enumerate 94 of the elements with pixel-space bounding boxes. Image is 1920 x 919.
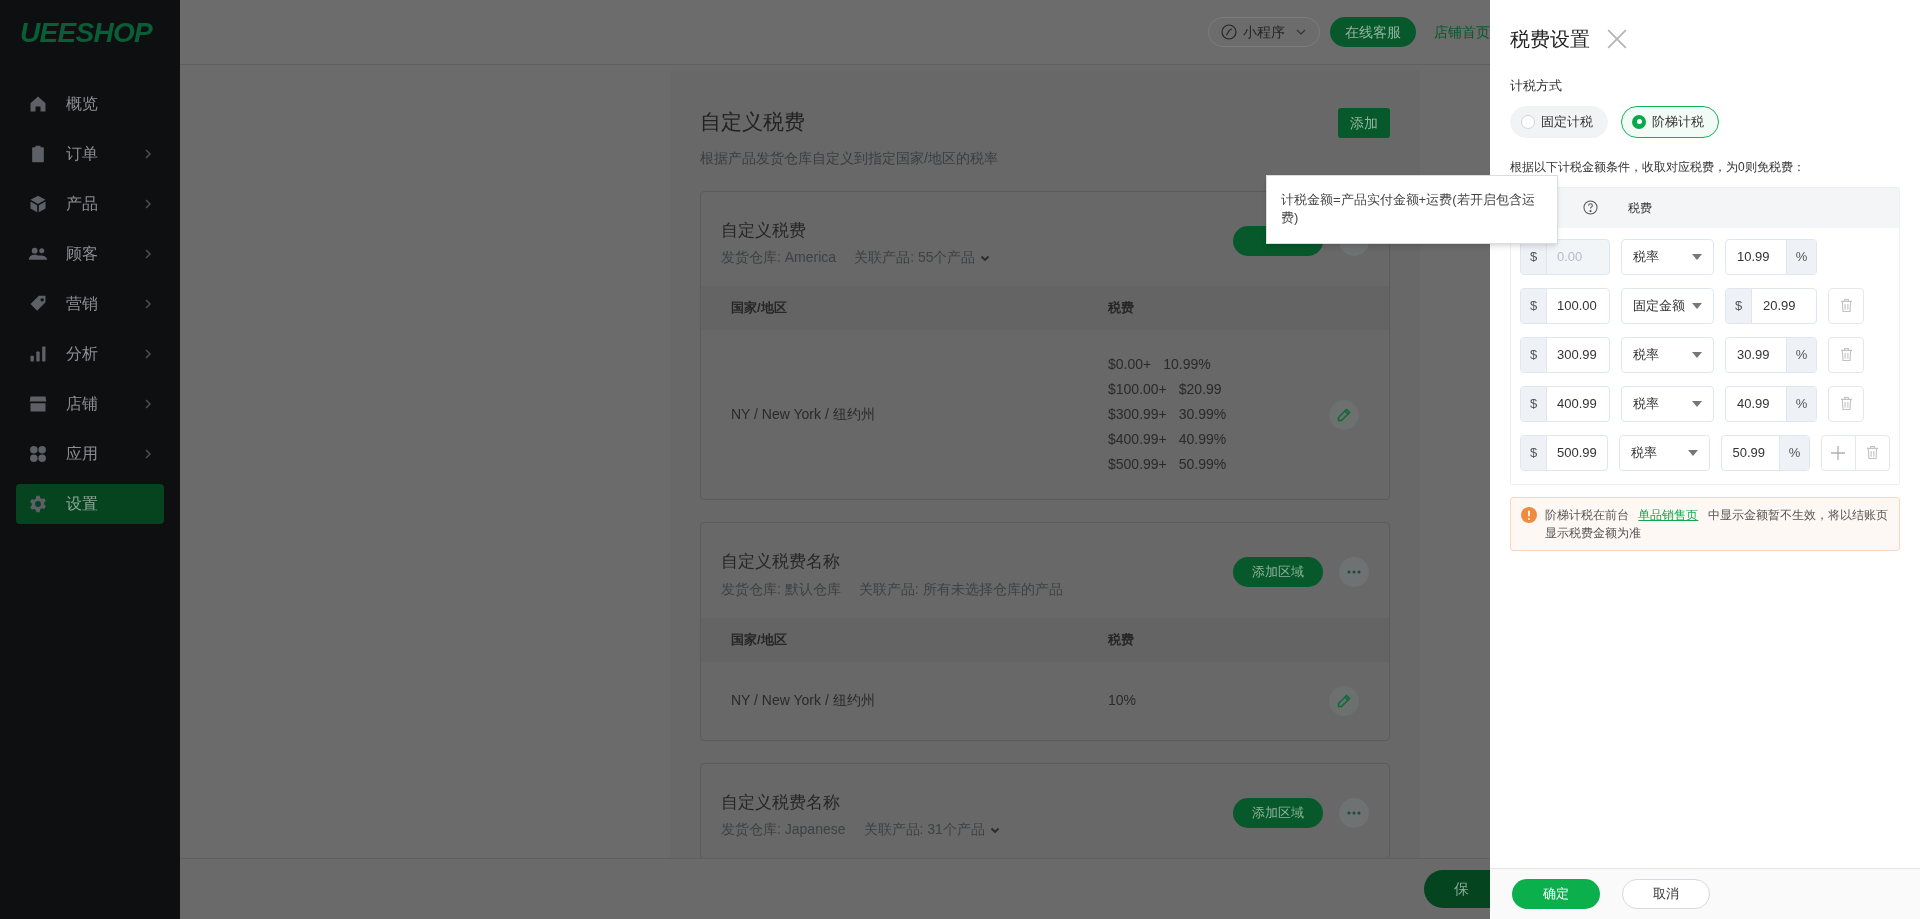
storefront-icon	[28, 394, 48, 414]
edit-button[interactable]	[1329, 685, 1359, 716]
tooltip: 计税金额=产品实付金额+运费(若开启包含运费)	[1266, 175, 1558, 244]
tax-value-field[interactable]: $ 20.99	[1725, 287, 1817, 324]
cancel-button[interactable]: 取消	[1622, 879, 1710, 909]
add-button[interactable]: 添加	[1338, 108, 1390, 138]
sidebar-item[interactable]: 设置	[16, 484, 164, 524]
tax-threshold: $400.99+	[1108, 430, 1167, 449]
tax-value: 40.99%	[1178, 430, 1227, 449]
column-header: 税费	[1628, 199, 1652, 217]
tax-value: $20.99	[1178, 380, 1222, 399]
amount-field[interactable]: $ 400.99	[1520, 385, 1610, 422]
method-label: 计税方式	[1510, 77, 1563, 95]
tax-type-select[interactable]: 税率	[1618, 434, 1710, 471]
sidebar-item[interactable]: 概览	[16, 84, 164, 124]
column-header: 国家/地区	[731, 630, 788, 649]
card-title: 自定义税费名称	[721, 551, 841, 573]
page-title: 自定义税费	[700, 109, 806, 135]
online-service-button[interactable]: 在线客服	[1330, 17, 1416, 47]
tax-value-field[interactable]: 50.99 %	[1720, 434, 1810, 471]
bar-chart-icon	[28, 344, 48, 364]
sidebar-item[interactable]: 订单	[16, 134, 164, 174]
sidebar-item[interactable]: 店铺	[16, 384, 164, 424]
amount-field[interactable]: $ 500.99	[1520, 434, 1608, 471]
method-radio[interactable]: 固定计税	[1510, 105, 1608, 138]
tax-value-field[interactable]: 30.99 %	[1725, 336, 1817, 373]
tax-value-field[interactable]: 10.99 %	[1725, 238, 1817, 275]
chevron-right-icon	[142, 148, 154, 160]
chevron-right-icon	[142, 448, 154, 460]
home-icon	[28, 94, 48, 114]
pencil-icon	[1336, 692, 1352, 709]
close-icon[interactable]	[1606, 28, 1628, 50]
trash-icon	[1866, 445, 1879, 460]
dropdown-arrow-icon	[1692, 302, 1702, 309]
edit-button[interactable]	[1329, 399, 1359, 430]
sidebar-item[interactable]: 分析	[16, 334, 164, 374]
help-icon[interactable]	[1583, 200, 1598, 215]
tax-value: 50.99%	[1178, 455, 1227, 474]
column-header: 国家/地区	[731, 299, 788, 318]
method-radio[interactable]: 阶梯计税	[1621, 105, 1719, 138]
add-region-button[interactable]: 添加区域	[1233, 557, 1323, 587]
chevron-right-icon	[142, 398, 154, 410]
region-cell-text: NY / New York / 纽约州	[731, 691, 876, 710]
dropdown-arrow-icon	[1687, 449, 1698, 456]
tax-value: 10%	[1108, 691, 1137, 710]
tax-value-field[interactable]: 40.99 %	[1725, 385, 1817, 422]
sidebar-item[interactable]: 产品	[16, 184, 164, 224]
link-circle-icon	[1221, 24, 1237, 40]
chevron-right-icon	[142, 198, 154, 210]
chevron-right-icon	[142, 348, 154, 360]
region-cell-text: NY / New York / 纽约州	[731, 405, 876, 424]
tax-type-select[interactable]: 税率	[1621, 336, 1714, 373]
dropdown-arrow-icon	[1692, 351, 1702, 358]
sidebar-item[interactable]: 顾客	[16, 234, 164, 274]
save-button[interactable]: 保	[1424, 870, 1490, 908]
ellipsis-icon	[1347, 810, 1361, 815]
amount-field[interactable]: $ 100.00	[1520, 287, 1610, 324]
tax-value: 10.99%	[1163, 355, 1211, 374]
tax-type-select[interactable]: 固定金额	[1621, 287, 1714, 324]
more-button[interactable]	[1339, 557, 1369, 587]
chevron-right-icon	[142, 248, 154, 260]
amount-field[interactable]: $ 300.99	[1520, 336, 1610, 373]
trash-icon	[1839, 298, 1853, 313]
sidebar-item[interactable]: 应用	[16, 434, 164, 474]
cube-icon	[28, 194, 48, 214]
tax-threshold: $500.99+	[1108, 455, 1167, 474]
ellipsis-icon	[1347, 570, 1361, 574]
plus-icon	[1830, 444, 1847, 461]
column-header: 税费	[1108, 630, 1134, 649]
card-title: 自定义税费	[721, 219, 807, 242]
card-title: 自定义税费名称	[721, 791, 841, 814]
grid-icon	[28, 444, 48, 464]
column-header: 税费	[1108, 299, 1134, 318]
dropdown-arrow-icon	[1692, 400, 1702, 407]
chevron-right-icon	[142, 298, 154, 310]
gear-icon	[28, 494, 48, 514]
tier-note: 根据以下计税金额条件，收取对应税费，为0则免税费：	[1510, 158, 1806, 176]
tax-type-select[interactable]: 税率	[1621, 385, 1714, 422]
tax-threshold: $300.99+	[1108, 405, 1167, 424]
tax-type-select[interactable]: 税率	[1621, 238, 1714, 275]
trash-icon	[1839, 396, 1853, 411]
sidebar-item[interactable]: 营销	[16, 284, 164, 324]
tax-value: 30.99%	[1178, 405, 1227, 424]
tax-threshold: $0.00+	[1108, 355, 1152, 374]
warning-icon	[1521, 506, 1537, 523]
more-button[interactable]	[1339, 797, 1369, 828]
alert-message: 阶梯计税在前台 单品销售页 中显示金额暂不生效，将以结账页显示税费金额为准	[1545, 506, 1889, 542]
pencil-icon	[1336, 406, 1352, 423]
trash-icon	[1839, 347, 1853, 362]
tax-threshold: $100.00+	[1108, 380, 1167, 399]
dropdown-arrow-icon	[1692, 253, 1702, 260]
product-page-link[interactable]: 单品销售页	[1638, 507, 1699, 522]
add-region-button[interactable]: 添加区域	[1233, 797, 1323, 828]
drawer-title: 税费设置	[1510, 27, 1590, 52]
